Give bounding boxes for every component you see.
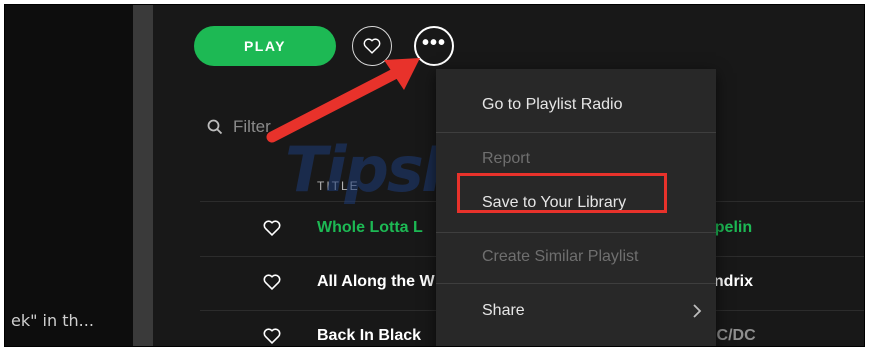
menu-item-share[interactable]: Share (436, 285, 716, 337)
heart-outline-icon (363, 38, 381, 54)
filter-box[interactable]: Filter (207, 117, 271, 137)
more-options-icon: ••• (421, 32, 446, 54)
sidebar-truncated-text[interactable]: ek" in th... (11, 311, 94, 330)
track-title[interactable]: Back In Black (317, 327, 421, 345)
track-title[interactable]: All Along the W (317, 273, 435, 291)
column-header-title[interactable]: TITLE (317, 179, 360, 193)
search-icon (207, 119, 223, 135)
heart-outline-icon[interactable] (263, 220, 281, 236)
more-options-button[interactable]: ••• (414, 26, 454, 66)
filter-placeholder: Filter (233, 117, 271, 136)
menu-divider (436, 283, 716, 284)
play-button[interactable]: PLAY (194, 26, 336, 66)
heart-outline-icon[interactable] (263, 274, 281, 290)
menu-item-label: Report (482, 150, 531, 167)
save-heart-button[interactable] (352, 26, 392, 66)
chevron-right-icon (693, 304, 702, 318)
sidebar-panel: ek" in th... (5, 5, 133, 346)
menu-item-create-similar-playlist: Create Similar Playlist (436, 231, 716, 283)
menu-item-label: Share (482, 302, 525, 319)
menu-item-label: Go to Playlist Radio (482, 96, 623, 113)
app-window: ek" in th... PLAY ••• Filter TITLE Whole… (4, 4, 865, 347)
menu-item-playlist-radio[interactable]: Go to Playlist Radio (436, 79, 716, 131)
heart-outline-icon[interactable] (263, 328, 281, 344)
track-title[interactable]: Whole Lotta L (317, 219, 423, 237)
menu-item-label: Create Similar Playlist (482, 248, 639, 265)
pane-divider[interactable] (133, 5, 153, 346)
highlight-box (457, 173, 667, 213)
